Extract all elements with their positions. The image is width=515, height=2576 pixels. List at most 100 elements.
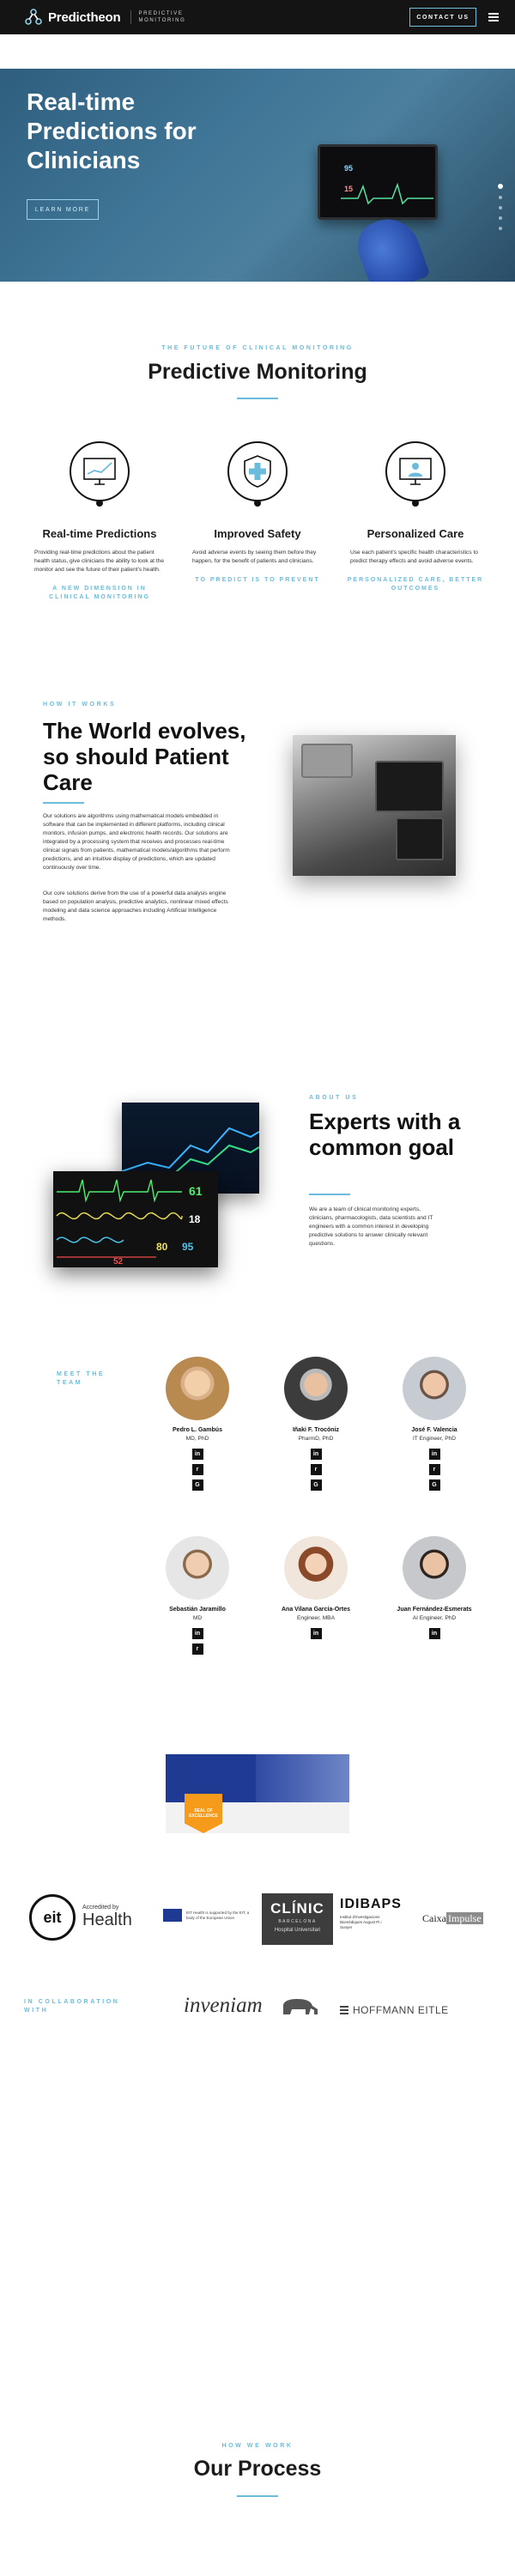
team-member: Sebastián Jaramillo MD in r (150, 1536, 245, 1655)
avatar (284, 1536, 348, 1600)
site-header: Predictheon PREDICTIVE MONITORING CONTAC… (0, 0, 515, 34)
linkedin-icon[interactable]: in (310, 1449, 322, 1460)
feature-title: Personalized Care (367, 527, 464, 540)
idibaps-sub: Institut d'Investigacions Biomèdiques Au… (340, 1915, 382, 1929)
feature-title: Improved Safety (214, 527, 301, 540)
member-role: Engineer, MBA (297, 1615, 335, 1621)
feature-personalized: Personalized Care Use each patient's spe… (347, 441, 484, 593)
contact-us-button[interactable]: CONTACT US (409, 8, 476, 27)
hoffmann-eitle-logo[interactable]: HOFFMANN EITLE (340, 2004, 449, 2016)
social-links: in r G (387, 1449, 482, 1491)
monitoring-kicker: THE FUTURE OF CLINICAL MONITORING (161, 345, 354, 351)
team-member: Juan Fernández-Esmerats AI Engineer, PhD… (387, 1536, 482, 1639)
caixa-impulse-logo[interactable]: Caixa Impulse (422, 1912, 483, 1925)
monitor-value-1: 95 (344, 164, 354, 173)
monitor-readout: 80 (156, 1241, 168, 1253)
section-divider (237, 398, 278, 399)
member-name: José F. Valencia (411, 1427, 457, 1433)
hero-monitor-image: 95 15 (318, 144, 438, 220)
section-divider (43, 802, 84, 804)
eit-label: eit (43, 1908, 62, 1926)
eu-support-note: EIT Health is supported by the EIT, a bo… (163, 1909, 255, 1922)
monitor-waveform-icon (341, 182, 433, 205)
member-name: Pedro L. Gambús (173, 1427, 222, 1433)
how-paragraph-1: Our solutions are algorithms using mathe… (43, 813, 230, 871)
avatar (284, 1357, 348, 1420)
vital-signs-monitor-image: 61 80 95 18 52 (53, 1171, 218, 1267)
linkedin-icon[interactable]: in (310, 1628, 322, 1639)
member-role: MD, PhD (185, 1436, 209, 1442)
user-monitor-icon (399, 458, 432, 485)
eu-note-text: EIT Health is supported by the EIT, a bo… (186, 1911, 250, 1920)
brand-name: Predictheon (48, 9, 121, 25)
eit-health-label: Health (82, 1911, 132, 1929)
linkedin-icon[interactable]: in (428, 1449, 440, 1460)
clinic-city: BARCELONA (278, 1919, 317, 1924)
brand-tagline-line2: MONITORING (138, 18, 186, 23)
eit-health-logo[interactable]: eit Accredited by Health (29, 1893, 149, 1941)
researchgate-icon[interactable]: r (428, 1464, 440, 1475)
brand-tagline: PREDICTIVE MONITORING (130, 10, 185, 24)
social-links: in r G (150, 1449, 245, 1491)
hamburger-menu-icon[interactable] (488, 13, 499, 21)
social-links: in r (150, 1628, 245, 1655)
monitor-chart-icon (83, 458, 116, 485)
member-name: Juan Fernández-Esmerats (397, 1607, 472, 1613)
member-role: MD (192, 1615, 203, 1621)
ecg-waveform-icon: 61 80 95 18 52 (56, 1179, 203, 1267)
feature-title: Real-time Predictions (42, 527, 157, 540)
about-kicker: ABOUT US (309, 1095, 359, 1101)
feature-text: Use each patient's specific health chara… (350, 550, 478, 564)
feature-tag: PERSONALIZED CARE, BETTER OUTCOMES (347, 577, 484, 592)
scholar-icon[interactable]: G (310, 1479, 322, 1491)
team-member: José F. Valencia IT Engineer, PhD in r G (387, 1357, 482, 1491)
researchgate-icon[interactable]: r (310, 1464, 322, 1475)
member-role: AI Engineer, PhD (412, 1615, 457, 1621)
collaboration-kicker: IN COLLABORATION WITH (24, 1999, 120, 2014)
clinic-name: CLÍNIC (270, 1900, 324, 1917)
how-title: The World evolves, so should Patient Car… (43, 718, 246, 795)
shield-plus-icon (244, 455, 271, 488)
brand-logo[interactable]: Predictheon PREDICTIVE MONITORING (24, 8, 185, 27)
eu-commission-image (256, 1754, 349, 1802)
hero-banner: Real-time Predictions for Clinicians LEA… (0, 69, 515, 282)
social-links: in r G (269, 1449, 363, 1491)
team-member: Iñaki F. Trocóniz PharmD, PhD in r G (269, 1357, 363, 1491)
social-links: in (269, 1628, 363, 1639)
about-title: Experts with a common goal (309, 1109, 461, 1160)
feature-icon-frame (70, 441, 130, 507)
idibaps-logo[interactable]: IDIBAPS Institut d'Investigacions Biomèd… (340, 1897, 409, 1930)
eit-logo-icon: eit (29, 1894, 76, 1941)
predictheon-logo-icon (25, 9, 42, 25)
clinic-barcelona-logo[interactable]: CLÍNIC BARCELONA Hospital Universitari (262, 1893, 333, 1945)
scholar-icon[interactable]: G (428, 1479, 440, 1491)
member-name: Iñaki F. Trocóniz (292, 1427, 340, 1433)
partner-logos: eit Accredited by Health EIT Health is s… (0, 1893, 515, 1953)
learn-more-button[interactable]: LEARN MORE (27, 199, 99, 220)
avatar (403, 1536, 466, 1600)
member-role: IT Engineer, PhD (412, 1436, 457, 1442)
seal-of-excellence-badge: SEAL OF EXCELLENCE (185, 1794, 222, 1833)
team-member: Pedro L. Gambús MD, PhD in r G (150, 1357, 245, 1491)
feature-safety: Improved Safety Avoid adverse events by … (189, 441, 326, 585)
researchgate-icon[interactable]: r (191, 1464, 203, 1475)
feature-icon-frame (227, 441, 288, 507)
avatar (166, 1536, 229, 1600)
slider-dots[interactable] (498, 184, 503, 237)
hoffmann-mark-icon (340, 2006, 348, 2014)
member-name: Sebastián Jaramillo (169, 1607, 226, 1613)
monitor-readout: 18 (189, 1213, 201, 1225)
scholar-icon[interactable]: G (191, 1479, 203, 1491)
eu-flag-icon (163, 1909, 182, 1922)
linkedin-icon[interactable]: in (428, 1628, 440, 1639)
inveniam-logo[interactable]: inveniam (184, 1994, 263, 2018)
linkedin-icon[interactable]: in (191, 1449, 203, 1460)
team-kicker: MEET THE TEAM (57, 1371, 106, 1386)
researchgate-icon[interactable]: r (191, 1643, 203, 1655)
linkedin-icon[interactable]: in (191, 1628, 203, 1639)
idibaps-name: IDIBAPS (340, 1897, 402, 1911)
social-links: in (387, 1628, 482, 1639)
eit-accredited-label: Accredited by (82, 1905, 119, 1911)
monitor-readout: 52 (113, 1257, 124, 1267)
how-kicker: HOW IT WORKS (43, 702, 117, 708)
